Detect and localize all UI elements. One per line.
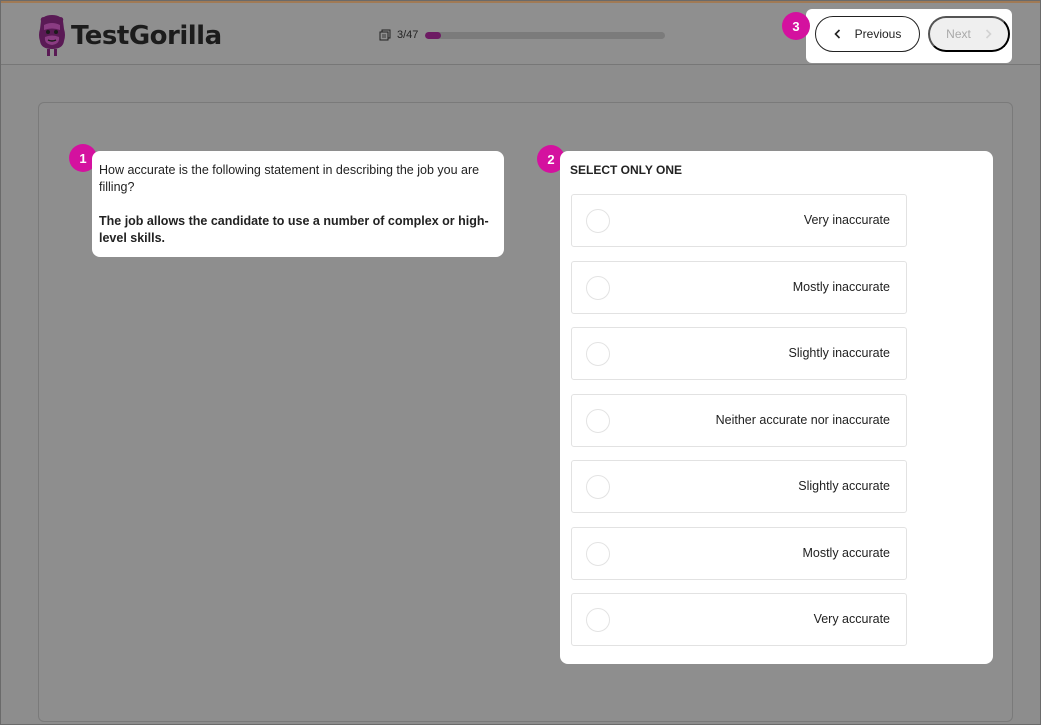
- radio-button[interactable]: [586, 475, 610, 499]
- answer-option-mostly-accurate[interactable]: Mostly accurate: [571, 527, 907, 580]
- answer-option-slightly-accurate[interactable]: Slightly accurate: [571, 460, 907, 513]
- radio-button[interactable]: [586, 276, 610, 300]
- progress-bar: [425, 31, 666, 39]
- answers-card: SELECT ONLY ONE Very inaccurate Mostly i…: [560, 151, 993, 664]
- next-button[interactable]: Next: [928, 16, 1010, 52]
- answer-option-label: Neither accurate nor inaccurate: [715, 413, 890, 427]
- chevron-left-icon: [834, 29, 840, 39]
- radio-button[interactable]: [586, 342, 610, 366]
- previous-button-label: Previous: [854, 27, 902, 41]
- question-prompt: How accurate is the following statement …: [99, 163, 480, 194]
- pages-icon: [379, 29, 391, 41]
- progress-indicator: 3/47: [379, 29, 666, 41]
- answer-option-label: Slightly inaccurate: [788, 346, 890, 360]
- answer-option-label: Very inaccurate: [803, 213, 890, 227]
- answer-option-neither[interactable]: Neither accurate nor inaccurate: [571, 394, 907, 447]
- answer-option-mostly-inaccurate[interactable]: Mostly inaccurate: [571, 261, 907, 314]
- logo: TestGorilla: [37, 15, 222, 57]
- question-statement: The job allows the candidate to use a nu…: [99, 214, 489, 245]
- progress-count: 3/47: [397, 29, 419, 41]
- answer-option-label: Very accurate: [813, 612, 890, 626]
- answer-option-slightly-inaccurate[interactable]: Slightly inaccurate: [571, 327, 907, 380]
- gorilla-logo-icon: [39, 15, 65, 56]
- chevron-right-icon: [985, 29, 992, 39]
- answer-option-label: Slightly accurate: [798, 479, 890, 493]
- radio-button[interactable]: [586, 409, 610, 433]
- answer-option-very-accurate[interactable]: Very accurate: [571, 593, 907, 646]
- radio-button[interactable]: [586, 608, 610, 632]
- radio-button[interactable]: [586, 209, 610, 233]
- answer-option-label: Mostly accurate: [802, 546, 890, 560]
- radio-button[interactable]: [586, 542, 610, 566]
- answers-heading: SELECT ONLY ONE: [570, 163, 683, 177]
- previous-button[interactable]: Previous: [815, 16, 920, 52]
- answer-option-label: Mostly inaccurate: [792, 280, 890, 294]
- badge-navigation: 3: [782, 12, 810, 40]
- logo-text: TestGorilla: [71, 21, 222, 51]
- question-card: How accurate is the following statement …: [92, 151, 504, 257]
- progress-bar-fill: [425, 31, 441, 39]
- answer-option-very-inaccurate[interactable]: Very inaccurate: [571, 194, 907, 247]
- next-button-label: Next: [946, 27, 971, 41]
